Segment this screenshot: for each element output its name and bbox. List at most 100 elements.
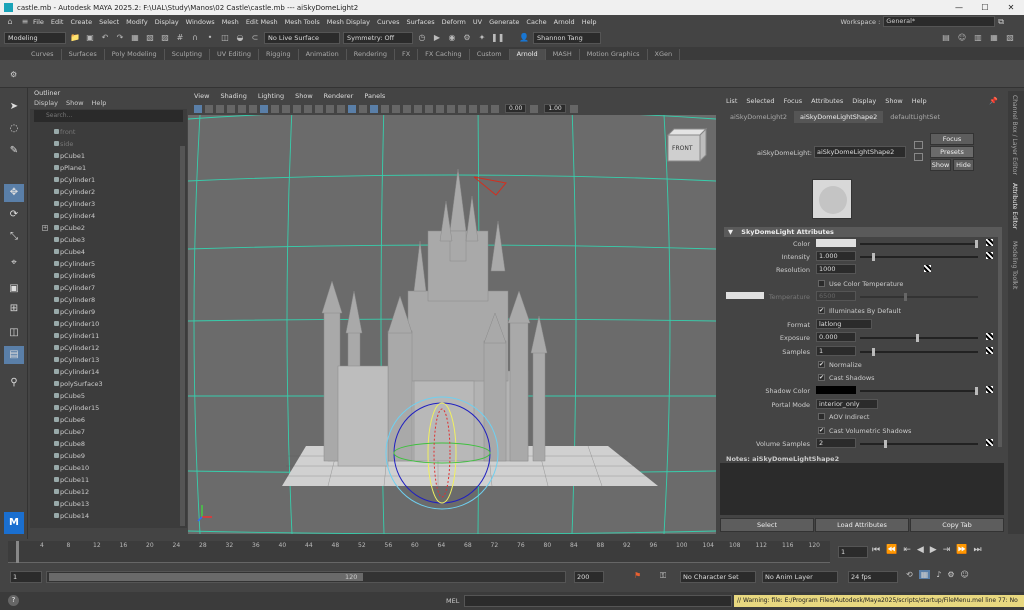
menu-uv[interactable]: UV	[473, 18, 482, 26]
menu-windows[interactable]: Windows	[186, 18, 215, 26]
workspace-dropdown[interactable]: General*	[883, 16, 996, 27]
cast-vol-checkbox[interactable]: ✔	[818, 427, 825, 434]
character-set-dropdown[interactable]: No Character Set	[680, 571, 756, 583]
outliner-menu-help[interactable]: Help	[92, 99, 107, 109]
cache-icon[interactable]: ▦	[918, 570, 931, 579]
outliner-item[interactable]: pCube7	[30, 426, 178, 438]
time-slider[interactable]: 4 8 12 16 20 24 28 32 36 40 44 48 52 56 60 64 68 72 76 80 84…	[0, 539, 1024, 565]
shelf-tab-animation[interactable]: Animation	[299, 49, 347, 60]
show-button[interactable]: Show	[930, 159, 951, 171]
step-forward-key-icon[interactable]: ⏩	[956, 545, 967, 555]
channel-box-icon[interactable]: ▧	[1004, 32, 1016, 44]
shadow-color-swatch[interactable]	[816, 386, 856, 394]
menu-curves[interactable]: Curves	[377, 18, 400, 26]
shelf-options-icon[interactable]: ⚙	[10, 70, 17, 79]
magnet-icon[interactable]: ⊂	[249, 32, 261, 44]
range-slider[interactable]: 1 120	[46, 571, 566, 583]
snap-grid-icon[interactable]: #	[174, 32, 186, 44]
use-color-temp-checkbox[interactable]	[818, 280, 825, 287]
outliner-item[interactable]: pCube5	[30, 390, 178, 402]
gamma-field[interactable]: 1.00	[544, 104, 566, 113]
ae-scrollbar[interactable]	[998, 227, 1002, 447]
shelf-tab-motion-graphics[interactable]: Motion Graphics	[580, 49, 648, 60]
resolution-gate-icon[interactable]	[282, 104, 290, 113]
ae-tab-transform[interactable]: aiSkyDomeLight2	[724, 111, 793, 123]
ae-menu-show[interactable]: Show	[885, 91, 903, 111]
notes-textarea[interactable]	[720, 463, 1004, 515]
two-d-pan-icon[interactable]	[238, 104, 246, 113]
script-language-label[interactable]: MEL	[446, 597, 459, 605]
move-tool-icon[interactable]: ✥	[4, 184, 24, 202]
ae-menu-list[interactable]: List	[726, 91, 737, 111]
ipr-icon[interactable]: ◉	[446, 32, 458, 44]
outliner-item[interactable]: pCylinder12	[30, 342, 178, 354]
ae-tab-shape[interactable]: aiSkyDomeLightShape2	[793, 111, 884, 123]
shelf-tab-curves[interactable]: Curves	[24, 49, 62, 60]
load-attributes-button[interactable]: Load Attributes	[815, 518, 909, 532]
ae-menu-selected[interactable]: Selected	[746, 91, 774, 111]
outliner-item[interactable]: + pCube2	[30, 222, 178, 234]
anim-end-field[interactable]: 200	[574, 571, 604, 583]
lasso-tool-icon[interactable]: ◌	[4, 120, 24, 138]
outliner-item[interactable]: pCylinder1	[30, 174, 178, 186]
menu-select[interactable]: Select	[99, 18, 119, 26]
audio-icon[interactable]: ♪	[936, 570, 941, 579]
shelf-tab-fx[interactable]: FX	[395, 49, 419, 60]
shelf-tab-rendering[interactable]: Rendering	[347, 49, 395, 60]
shelf-tab-sculpting[interactable]: Sculpting	[165, 49, 211, 60]
outliner-item[interactable]: pCube8	[30, 438, 178, 450]
step-forward-frame-icon[interactable]: ⇥	[943, 545, 951, 555]
node-name-field[interactable]: aiSkyDomeLightShape2	[814, 146, 906, 158]
loop-icon[interactable]: ⟲	[906, 570, 913, 579]
expand-icon[interactable]: +	[42, 225, 48, 231]
illuminates-checkbox[interactable]: ✔	[818, 307, 825, 314]
shadow-color-slider[interactable]	[860, 387, 978, 395]
menu-arnold[interactable]: Arnold	[554, 18, 575, 26]
scale-tool-icon[interactable]: ⤡	[4, 228, 24, 246]
exposure-field[interactable]: 0.00	[505, 104, 527, 113]
gate-mask-icon[interactable]	[293, 104, 301, 113]
shadow-color-map-button[interactable]	[986, 386, 993, 393]
render-settings-icon[interactable]: ⚙	[461, 32, 473, 44]
isolate-select-icon[interactable]	[447, 104, 455, 113]
ae-menu-attributes[interactable]: Attributes	[811, 91, 843, 111]
outliner-item[interactable]: pCylinder5	[30, 258, 178, 270]
camera-select-icon[interactable]	[194, 104, 202, 113]
anim-prefs-icon[interactable]: ⚙	[947, 570, 954, 579]
show-manipulator-icon[interactable]: ⌖	[4, 254, 24, 272]
menu-tear-icon[interactable]: ≡	[19, 16, 31, 28]
portal-mode-dropdown[interactable]: interior_only	[816, 399, 878, 409]
shelf-tab-custom[interactable]: Custom	[470, 49, 510, 60]
menu-cache[interactable]: Cache	[526, 18, 546, 26]
exposure-field[interactable]: 0.000	[816, 332, 856, 342]
outliner-item[interactable]: polySurface3	[30, 378, 178, 390]
menu-display[interactable]: Display	[155, 18, 179, 26]
side-tab-attribute-editor[interactable]: Attribute Editor	[1011, 183, 1018, 229]
menu-help[interactable]: Help	[582, 18, 597, 26]
outliner-item[interactable]: pCylinder11	[30, 330, 178, 342]
smooth-shade-icon[interactable]	[348, 104, 356, 113]
select-hierarchy-icon[interactable]: ▦	[129, 32, 141, 44]
range-thumb[interactable]	[49, 573, 363, 581]
camera-attr-icon[interactable]	[205, 104, 213, 113]
outliner-item[interactable]: pCylinder6	[30, 270, 178, 282]
maximize-icon[interactable]: ☐	[972, 0, 998, 15]
film-gate-icon[interactable]	[271, 104, 279, 113]
format-dropdown[interactable]: latlong	[816, 319, 872, 329]
outliner-item[interactable]: pPlane1	[30, 162, 178, 174]
outliner-item[interactable]: pCube10	[30, 462, 178, 474]
menu-mesh-display[interactable]: Mesh Display	[327, 18, 370, 26]
play-forward-icon[interactable]: ▶	[930, 545, 937, 555]
dock-icon[interactable]: ⧉	[998, 17, 1004, 27]
outliner-item[interactable]: pCylinder13	[30, 354, 178, 366]
step-back-key-icon[interactable]: ⏪	[886, 545, 897, 555]
samples-map-button[interactable]	[986, 347, 993, 354]
bookmark-icon[interactable]	[216, 104, 224, 113]
outliner-item[interactable]: pCube9	[30, 450, 178, 462]
outliner-item[interactable]: side	[30, 138, 178, 150]
play-back-icon[interactable]: ◀	[917, 545, 924, 555]
view-cube-label[interactable]: FRONT	[672, 145, 693, 152]
anim-start-field[interactable]: 1	[10, 571, 42, 583]
outliner-item[interactable]: pCube11	[30, 474, 178, 486]
close-icon[interactable]: ✕	[998, 0, 1024, 15]
